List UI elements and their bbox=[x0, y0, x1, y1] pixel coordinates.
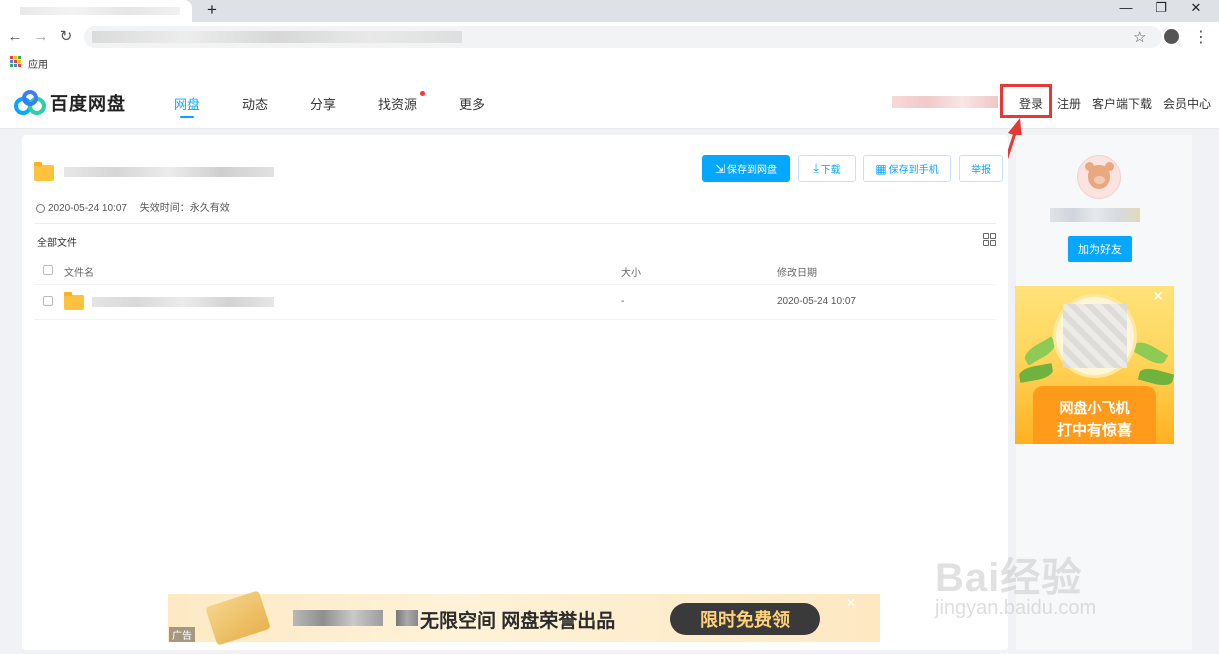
table-header-line bbox=[34, 284, 996, 285]
table-row-line bbox=[34, 319, 996, 320]
login-highlight-box bbox=[1000, 84, 1052, 118]
close-window-button[interactable]: ✕ bbox=[1178, 0, 1214, 18]
nav-more[interactable]: 更多 bbox=[459, 94, 485, 113]
share-title-blurred bbox=[64, 167, 274, 177]
nav-share[interactable]: 分享 bbox=[310, 94, 336, 113]
baidu-netdisk-logo-icon[interactable] bbox=[14, 90, 46, 116]
breadcrumb[interactable]: 全部文件 bbox=[37, 234, 77, 249]
download-label: 下载 bbox=[820, 165, 841, 176]
share-meta: 2020-05-24 10:07 失效时间：永久有效 bbox=[36, 199, 230, 214]
file-name-blurred[interactable] bbox=[92, 297, 274, 307]
apps-grid-icon[interactable] bbox=[10, 56, 21, 67]
banner-text-blurred-2 bbox=[396, 610, 418, 626]
column-modified[interactable]: 修改日期 bbox=[777, 264, 817, 279]
maximize-button[interactable]: ❐ bbox=[1143, 0, 1179, 18]
save-icon: ⇲ bbox=[714, 161, 726, 176]
column-size[interactable]: 大小 bbox=[621, 264, 641, 279]
report-button[interactable]: 举报 bbox=[959, 155, 1003, 182]
add-friend-button[interactable]: 加为好友 bbox=[1068, 236, 1132, 262]
banner-cta-button[interactable]: 限时免费领 bbox=[670, 603, 820, 635]
save-to-phone-label: 保存到手机 bbox=[888, 165, 939, 176]
tab-title-blurred bbox=[20, 7, 180, 15]
report-label: 举报 bbox=[971, 165, 991, 176]
back-icon[interactable]: ← bbox=[6, 28, 24, 46]
folder-icon[interactable] bbox=[64, 292, 84, 310]
watermark-logo: Bai经验 bbox=[935, 556, 1083, 600]
vip-center-link[interactable]: 会员中心 bbox=[1163, 95, 1211, 112]
row-checkbox[interactable] bbox=[43, 296, 53, 306]
sidebar-ad[interactable]: ✕ 网盘小飞机 打中有惊喜 bbox=[1015, 286, 1174, 444]
profile-icon[interactable] bbox=[1164, 29, 1179, 44]
nav-find-resources[interactable]: 找资源 bbox=[378, 94, 417, 113]
address-url-blurred bbox=[92, 31, 462, 43]
logo-text[interactable]: 百度网盘 bbox=[50, 90, 126, 116]
share-date: 2020-05-24 10:07 bbox=[48, 203, 127, 214]
ad-close-icon[interactable]: ✕ bbox=[1152, 288, 1164, 305]
register-link[interactable]: 注册 bbox=[1057, 95, 1081, 112]
select-all-checkbox[interactable] bbox=[43, 265, 53, 275]
save-to-disk-label: 保存到网盘 bbox=[727, 165, 778, 176]
ad-tag: 广告 bbox=[169, 627, 195, 642]
new-tab-button[interactable]: + bbox=[204, 0, 220, 20]
column-filename[interactable]: 文件名 bbox=[64, 264, 94, 279]
share-expiry: 失效时间：永久有效 bbox=[139, 203, 230, 214]
qr-code-icon: ▦ bbox=[875, 161, 887, 176]
file-size: - bbox=[621, 296, 625, 307]
save-to-disk-button[interactable]: ⇲ 保存到网盘 bbox=[702, 155, 790, 182]
banner-text-blurred bbox=[293, 610, 383, 626]
ad-qr-blurred bbox=[1063, 304, 1127, 368]
minimize-button[interactable]: — bbox=[1108, 0, 1144, 18]
reload-icon[interactable]: ↻ bbox=[57, 28, 75, 46]
client-download-link[interactable]: 客户端下载 bbox=[1092, 95, 1152, 112]
watermark-url: jingyan.baidu.com bbox=[935, 597, 1097, 619]
notification-dot bbox=[420, 91, 425, 96]
username-blurred bbox=[1050, 208, 1140, 222]
forward-icon[interactable]: → bbox=[32, 28, 50, 46]
download-button[interactable]: ⤓ 下载 bbox=[798, 155, 856, 182]
nav-activity[interactable]: 动态 bbox=[242, 94, 268, 113]
browser-menu-icon[interactable]: ⋮ bbox=[1193, 27, 1209, 47]
banner-text: 无限空间 网盘荣誉出品 bbox=[420, 611, 616, 632]
nav-netdisk[interactable]: 网盘 bbox=[174, 94, 200, 113]
banner-close-icon[interactable]: ✕ bbox=[846, 596, 856, 610]
bookmark-star-icon[interactable]: ☆ bbox=[1133, 28, 1146, 46]
grid-view-icon[interactable] bbox=[983, 233, 996, 246]
download-icon: ⤓ bbox=[813, 161, 819, 175]
header-divider bbox=[34, 223, 996, 224]
file-modified: 2020-05-24 10:07 bbox=[777, 296, 856, 307]
apps-bookmark-label[interactable]: 应用 bbox=[28, 56, 48, 71]
folder-icon bbox=[34, 162, 54, 181]
user-info-blurred bbox=[892, 96, 998, 108]
save-to-phone-button[interactable]: ▦ 保存到手机 bbox=[863, 155, 951, 182]
ad-line-1: 网盘小飞机 bbox=[1059, 400, 1130, 416]
ad-line-2: 打中有惊喜 bbox=[1056, 422, 1132, 439]
nav-active-underline bbox=[180, 116, 194, 118]
avatar[interactable] bbox=[1077, 155, 1121, 199]
clock-icon bbox=[36, 204, 45, 213]
